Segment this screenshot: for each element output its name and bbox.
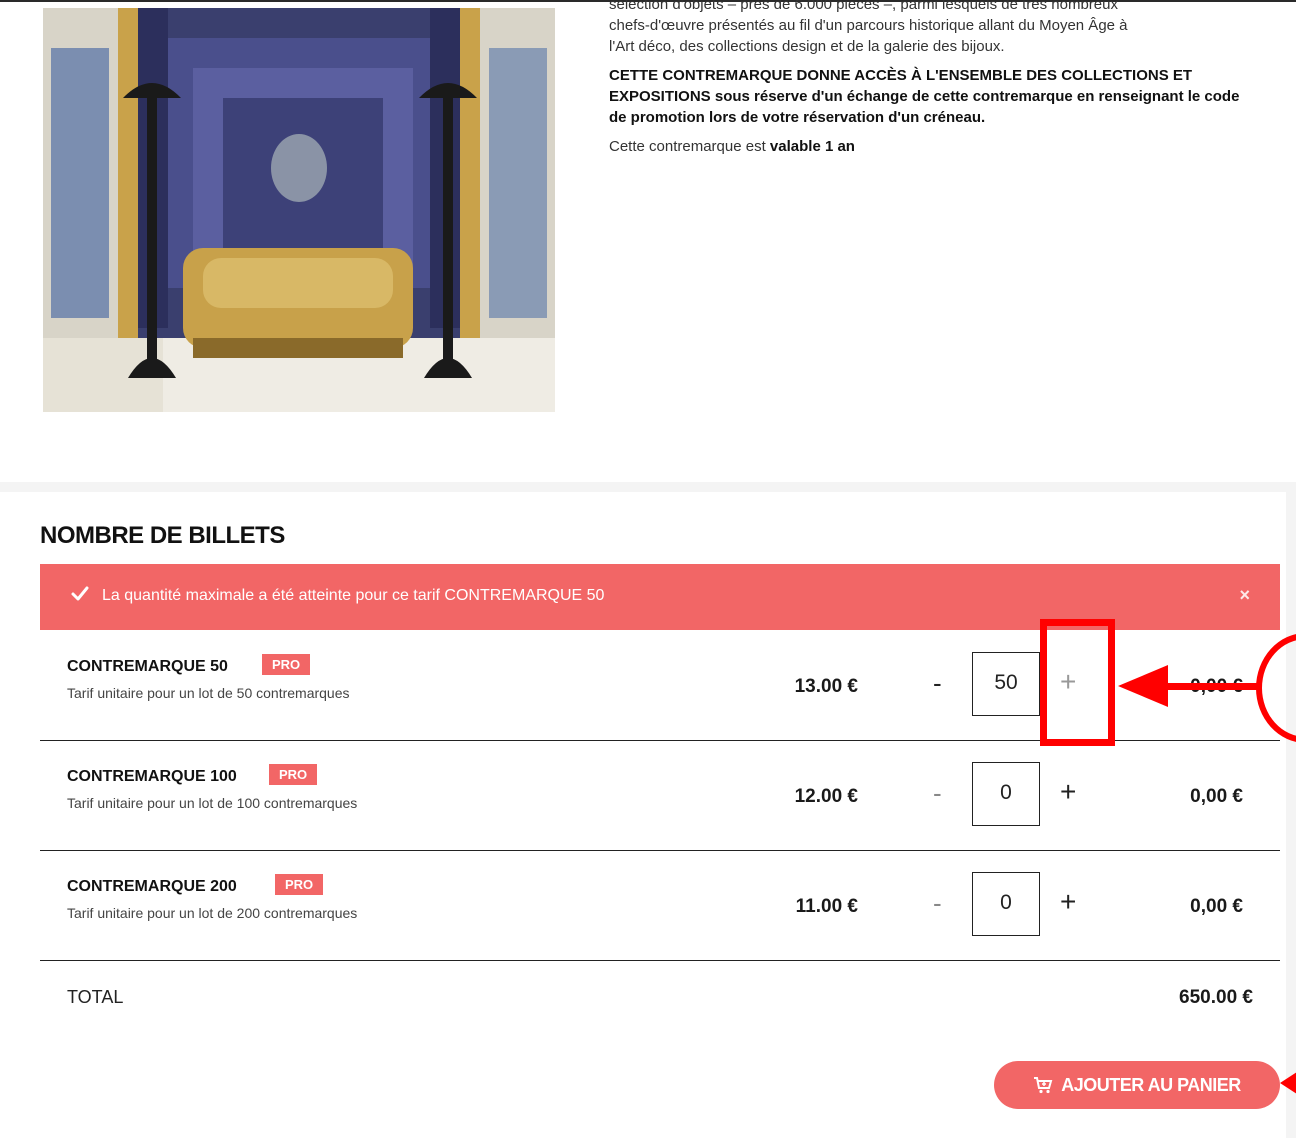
ticket-row: CONTREMARQUE 200 PRO Tarif unitaire pour…: [40, 850, 1280, 961]
ticket-subtitle: Tarif unitaire pour un lot de 50 contrem…: [67, 685, 350, 701]
validity-prefix: Cette contremarque est: [609, 138, 770, 155]
decrement-button[interactable]: -: [933, 888, 942, 919]
quantity-input[interactable]: 0: [972, 872, 1040, 936]
unit-price: 13.00 €: [794, 676, 858, 697]
row-subtotal: 0,00 €: [1190, 896, 1243, 917]
product-description: sélection d'objets – près de 6.000 pièce…: [609, 0, 1259, 165]
section-title: NOMBRE DE BILLETS: [40, 522, 285, 549]
validity-value: valable 1 an: [769, 138, 855, 155]
description-line: chefs-d'œuvre présentés au fil d'un parc…: [609, 17, 1128, 34]
annotation-arrow: [1165, 683, 1261, 690]
pro-badge: PRO: [275, 874, 324, 895]
annotation-arrow-head: [1118, 665, 1168, 707]
product-photo: [43, 8, 555, 412]
decrement-button[interactable]: -: [933, 778, 942, 809]
cart-icon: [1033, 1064, 1053, 1112]
total-label: TOTAL: [67, 987, 124, 1007]
increment-button[interactable]: +: [1060, 886, 1076, 918]
ticket-row: CONTREMARQUE 100 PRO Tarif unitaire pour…: [40, 740, 1280, 851]
unit-price: 12.00 €: [794, 786, 858, 807]
row-subtotal: 0,00 €: [1190, 786, 1243, 807]
ticket-subtitle: Tarif unitaire pour un lot de 200 contre…: [67, 905, 358, 921]
ticket-name: CONTREMARQUE 200: [67, 878, 237, 895]
ticket-subtitle: Tarif unitaire pour un lot de 100 contre…: [67, 795, 358, 811]
validity-text: Cette contremarque est valable 1 an: [609, 136, 1259, 157]
quantity-input[interactable]: 0: [972, 762, 1040, 826]
total-value: 650.00 €: [1179, 987, 1253, 1008]
museum-room-image: [43, 8, 555, 412]
unit-price: 11.00 €: [795, 896, 858, 917]
alert-message: La quantité maximale a été atteinte pour…: [102, 587, 605, 604]
right-gutter: [1286, 492, 1296, 1138]
ticket-name: CONTREMARQUE 100: [67, 768, 237, 785]
checkmark-icon: [70, 584, 90, 609]
increment-button[interactable]: +: [1060, 776, 1076, 808]
description-line: l'Art déco, des collections design et de…: [609, 38, 1005, 55]
description-line: sélection d'objets – près de 6.000 pièce…: [609, 0, 1118, 13]
product-header: sélection d'objets – près de 6.000 pièce…: [0, 0, 1296, 482]
add-to-cart-button[interactable]: AJOUTER AU PANIER: [994, 1061, 1280, 1109]
pro-badge: PRO: [269, 764, 318, 785]
close-icon[interactable]: ×: [1239, 585, 1250, 606]
quantity-input[interactable]: 50: [972, 652, 1040, 716]
pro-badge: PRO: [262, 654, 311, 675]
ticket-name: CONTREMARQUE 50: [67, 658, 228, 675]
section-divider: [0, 482, 1296, 492]
highlight-box: [1040, 619, 1115, 746]
decrement-button[interactable]: -: [933, 668, 942, 699]
add-to-cart-label: AJOUTER AU PANIER: [1061, 1075, 1241, 1095]
annotation-arrow-head: [1280, 1070, 1296, 1096]
access-notice: CETTE CONTREMARQUE DONNE ACCÈS À L'ENSEM…: [609, 67, 1240, 126]
